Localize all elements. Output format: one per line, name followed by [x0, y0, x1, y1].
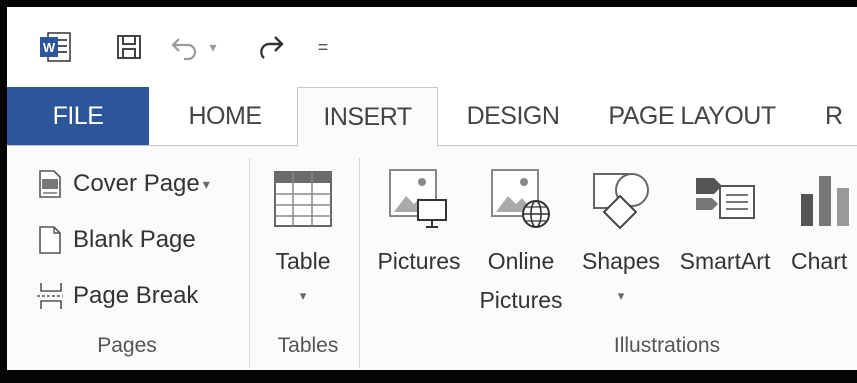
- save-icon[interactable]: [109, 29, 149, 65]
- cover-page-dropdown-icon: ▾: [202, 175, 210, 192]
- chart-button[interactable]: Chart: [787, 156, 857, 281]
- shapes-dropdown-icon: ▾: [617, 288, 625, 303]
- window-bottom-border: [0, 370, 857, 383]
- shapes-icon: [590, 156, 652, 242]
- page-break-icon: [35, 279, 65, 313]
- ribbon-tabs: FILE HOME INSERT DESIGN PAGE LAYOUT R: [7, 87, 857, 147]
- table-button[interactable]: Table ▾: [263, 156, 343, 311]
- undo-dropdown-icon[interactable]: ▾: [205, 29, 221, 65]
- cover-page-label: Cover Page: [73, 170, 200, 197]
- pictures-label: Pictures: [377, 248, 461, 274]
- tab-file[interactable]: FILE: [7, 87, 149, 145]
- word-window: W ▾ = FILE HOME INSERT DESIGN PAGE LAYOU…: [0, 0, 857, 383]
- online-pictures-icon: [490, 156, 552, 242]
- customize-qat-icon[interactable]: =: [313, 29, 333, 65]
- undo-icon[interactable]: [167, 29, 203, 65]
- insert-ribbon: Cover Page ▾ Blank Page Page Break Pages…: [7, 145, 857, 376]
- shapes-button[interactable]: Shapes ▾: [575, 156, 667, 311]
- quick-access-toolbar: W ▾ =: [7, 7, 857, 87]
- tab-design[interactable]: DESIGN: [453, 87, 573, 145]
- chart-label: Chart: [791, 248, 848, 274]
- table-dropdown-icon: ▾: [299, 288, 307, 303]
- pages-group-label: Pages: [97, 334, 157, 357]
- illustrations-group-label: Illustrations: [613, 334, 721, 357]
- group-separator: [359, 158, 360, 368]
- smartart-label: SmartArt: [679, 248, 771, 274]
- tab-insert[interactable]: INSERT: [297, 87, 438, 147]
- blank-page-icon: [35, 223, 65, 257]
- chart-icon: [787, 156, 857, 242]
- tab-references-partial[interactable]: R: [825, 87, 855, 145]
- table-icon: [273, 156, 333, 242]
- blank-page-button[interactable]: Blank Page: [35, 218, 196, 262]
- word-app-icon[interactable]: W: [35, 29, 75, 65]
- smartart-icon: [692, 156, 758, 242]
- pictures-button[interactable]: Pictures: [369, 156, 469, 281]
- online-pictures-label-line2: Pictures: [479, 287, 563, 313]
- tables-group-label: Tables: [277, 334, 339, 357]
- page-break-button[interactable]: Page Break: [35, 274, 198, 318]
- cover-page-icon: [35, 167, 65, 201]
- online-pictures-button[interactable]: Online Pictures: [471, 156, 571, 320]
- group-separator: [249, 158, 250, 368]
- pictures-icon: [388, 156, 450, 242]
- word-logo-letter: W: [43, 40, 56, 55]
- table-label: Table: [275, 248, 331, 274]
- blank-page-label: Blank Page: [73, 226, 196, 253]
- online-pictures-label-line1: Online: [487, 248, 555, 274]
- tab-page-layout[interactable]: PAGE LAYOUT: [597, 87, 787, 145]
- smartart-button[interactable]: SmartArt: [667, 156, 783, 281]
- tab-home[interactable]: HOME: [165, 87, 285, 145]
- page-break-label: Page Break: [73, 282, 199, 309]
- shapes-label: Shapes: [581, 248, 660, 274]
- redo-icon[interactable]: [253, 29, 289, 65]
- cover-page-button[interactable]: Cover Page ▾: [35, 162, 210, 206]
